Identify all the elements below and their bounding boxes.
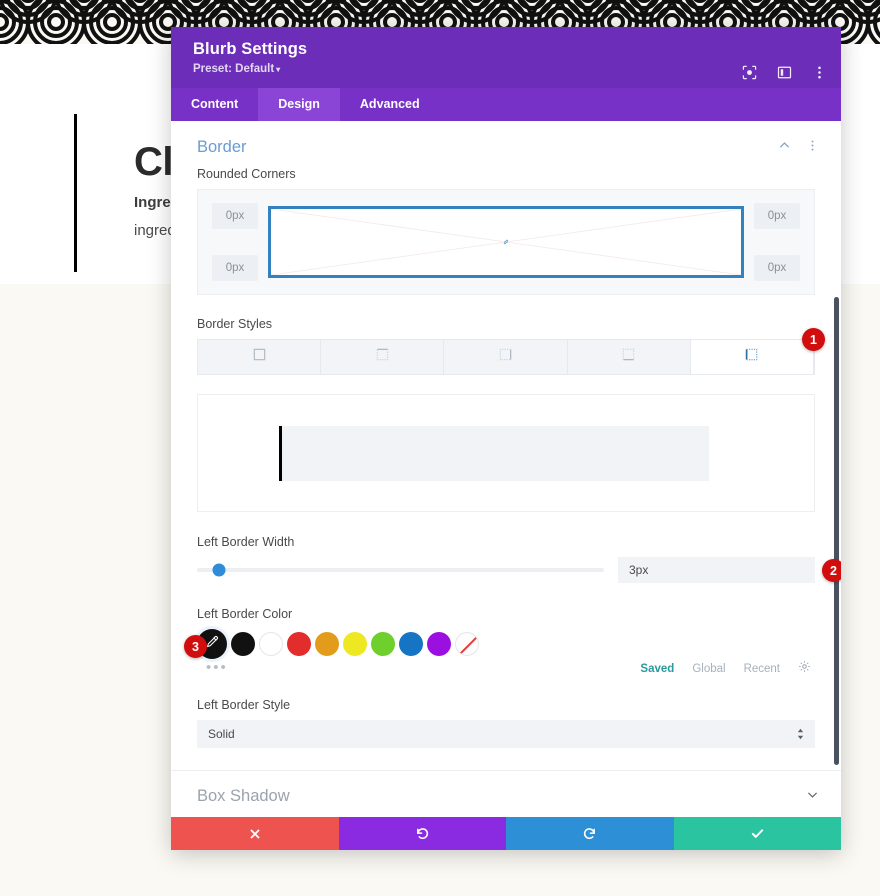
left-border-color-field: Left Border Color 3 ••• Saved Global Rec…: [171, 603, 841, 678]
color-swatch-row: 3: [184, 629, 815, 659]
border-top-option[interactable]: [321, 340, 445, 374]
left-border-color-label: Left Border Color: [197, 607, 293, 621]
swatch-blue[interactable]: [399, 632, 423, 656]
border-styles-field: Border Styles 1: [171, 313, 841, 512]
swatch-purple[interactable]: [427, 632, 451, 656]
layout-panel-icon[interactable]: [777, 65, 792, 80]
palette-tab-global[interactable]: Global: [692, 663, 725, 675]
corner-inputs-right: 0px 0px: [754, 203, 800, 281]
border-bottom-option[interactable]: [567, 340, 691, 374]
save-button[interactable]: [673, 817, 841, 850]
left-border-width-label: Left Border Width: [197, 535, 295, 549]
modal-header: Blurb Settings Preset: Default ▾: [171, 27, 841, 88]
rounded-corners-label: Rounded Corners: [197, 167, 296, 181]
preset-label: Preset: Default: [193, 63, 275, 75]
box-shadow-title: Box Shadow: [197, 787, 290, 805]
left-border-width-input[interactable]: 3px: [618, 557, 815, 583]
border-section-header: Border: [171, 121, 841, 163]
swatch-green[interactable]: [371, 632, 395, 656]
link-icon[interactable]: [503, 239, 509, 245]
chevron-down-icon: ▾: [276, 65, 281, 74]
border-preview-bar: [279, 425, 709, 481]
rounded-corners-field: Rounded Corners 0px 0px 0px 0px: [171, 163, 841, 295]
palette-tab-row: Saved Global Recent: [197, 660, 815, 678]
step-badge-2: 2: [822, 559, 841, 582]
left-border-style-value: Solid: [208, 727, 235, 741]
palette-tab-saved[interactable]: Saved: [640, 663, 674, 675]
corner-preview-box[interactable]: [268, 206, 744, 278]
swatch-transparent[interactable]: [455, 632, 479, 656]
swatch-black[interactable]: [231, 632, 255, 656]
swatch-red[interactable]: [287, 632, 311, 656]
tab-content[interactable]: Content: [171, 88, 258, 121]
border-all-icon: [252, 347, 267, 367]
rounded-corners-control: 0px 0px 0px 0px: [197, 189, 815, 295]
eyedropper-icon: [205, 635, 219, 654]
swatch-white[interactable]: [259, 632, 283, 656]
chevron-up-icon[interactable]: [778, 139, 791, 157]
corner-inputs-left: 0px 0px: [212, 203, 258, 281]
border-section-actions: [778, 139, 819, 157]
left-border-width-slider[interactable]: [197, 563, 604, 577]
gear-icon[interactable]: [798, 660, 811, 678]
modal-tabs: Content Design Advanced: [171, 88, 841, 121]
undo-button[interactable]: [338, 817, 506, 850]
corner-bottom-left-input[interactable]: 0px: [212, 255, 258, 281]
corner-top-left-input[interactable]: 0px: [212, 203, 258, 229]
preset-selector[interactable]: Preset: Default ▾: [193, 63, 823, 75]
cancel-button[interactable]: [171, 817, 339, 850]
border-all-option[interactable]: [198, 340, 322, 374]
border-left-option[interactable]: [690, 340, 815, 374]
header-icon-group: [742, 65, 827, 80]
tab-design[interactable]: Design: [258, 88, 340, 121]
more-vertical-icon[interactable]: [806, 139, 819, 157]
step-badge-1: 1: [802, 328, 825, 351]
tab-advanced[interactable]: Advanced: [340, 88, 440, 121]
left-border-style-label: Left Border Style: [197, 698, 291, 712]
border-styles-label: Border Styles: [197, 317, 273, 331]
left-border-width-field: Left Border Width 3px 2: [171, 531, 841, 583]
border-right-icon: [498, 347, 513, 367]
border-bottom-icon: [621, 347, 636, 367]
corner-top-right-input[interactable]: 0px: [754, 203, 800, 229]
left-border-style-field: Left Border Style Solid: [171, 694, 841, 748]
focus-icon[interactable]: [742, 65, 757, 80]
corner-bottom-right-input[interactable]: 0px: [754, 255, 800, 281]
more-vertical-icon[interactable]: [812, 65, 827, 80]
box-shadow-section-header[interactable]: Box Shadow: [171, 771, 841, 817]
scrollbar-track[interactable]: [832, 121, 841, 817]
left-border-style-select[interactable]: Solid: [197, 720, 815, 748]
border-styles-segmented: 1: [197, 328, 825, 375]
border-left-icon: [744, 347, 759, 367]
scrollbar-thumb[interactable]: [834, 297, 839, 765]
modal-footer: [171, 817, 841, 850]
left-border-width-control: 3px 2: [197, 557, 841, 583]
border-right-option[interactable]: [444, 340, 568, 374]
content-accent-line: [74, 114, 77, 272]
redo-button[interactable]: [506, 817, 674, 850]
border-top-icon: [375, 347, 390, 367]
swatch-orange[interactable]: [315, 632, 339, 656]
select-arrows-icon: [796, 728, 805, 741]
border-preview: [197, 394, 815, 512]
modal-title: Blurb Settings: [193, 40, 308, 58]
border-section-title: Border: [197, 138, 247, 156]
blurb-settings-modal: Blurb Settings Preset: Default ▾ Content…: [171, 27, 841, 850]
palette-tab-recent[interactable]: Recent: [744, 663, 780, 675]
chevron-down-icon[interactable]: [806, 788, 819, 806]
slider-knob[interactable]: [212, 563, 226, 577]
settings-scroll-area: Border Rounded Corners 0px 0px 0px 0px B…: [171, 121, 841, 817]
swatch-yellow[interactable]: [343, 632, 367, 656]
screen-root: Classic Ingredients ingredients Blurb Se…: [0, 0, 880, 896]
step-badge-3: 3: [184, 635, 207, 658]
